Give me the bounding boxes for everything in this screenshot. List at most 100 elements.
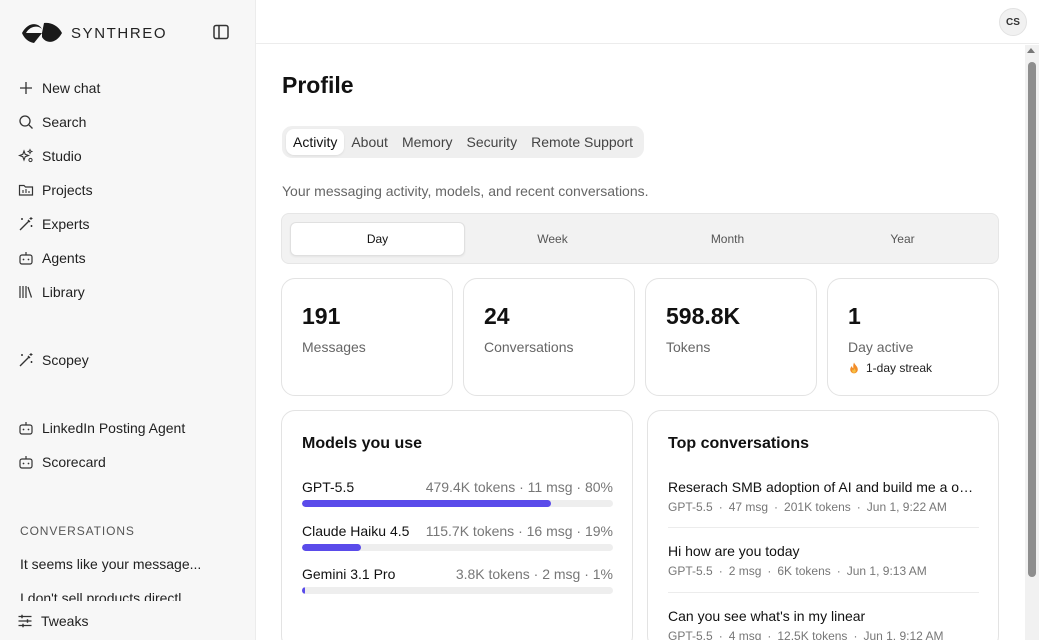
top-conversation-item[interactable]: Can you see what's in my linear GPT-5.5 ·… — [668, 608, 979, 640]
sidebar-item-scorecard[interactable]: Scorecard — [0, 445, 255, 479]
sidebar-nav: New chat Search Studio Projects Experts … — [0, 71, 255, 479]
period-selector: Day Week Month Year — [281, 213, 999, 264]
tweaks-label: Tweaks — [41, 612, 89, 629]
model-usage: 479.4K tokens · 11 msg · 80% — [425, 479, 613, 495]
streak-badge: 1-day streak — [848, 361, 932, 375]
sliders-icon — [18, 614, 32, 627]
sidebar-item-label: New chat — [42, 80, 101, 96]
sidebar-item-projects[interactable]: Projects — [0, 173, 255, 207]
page-title: Profile — [282, 72, 354, 98]
sidebar-item-studio[interactable]: Studio — [0, 139, 255, 173]
sparkles-icon — [18, 148, 34, 164]
top-bar — [256, 0, 1039, 44]
sidebar-item-scopey[interactable]: Scopey — [0, 343, 255, 377]
conversation-tokens: 201K tokens — [784, 500, 851, 514]
conversations-section-label: CONVERSATIONS — [20, 524, 135, 538]
top-conversations-card: Top conversations Reserach SMB adoption … — [647, 410, 999, 640]
conversation-meta: GPT-5.5 · 2 msg · 6K tokens · Jun 1, 9:13 AM — [668, 564, 927, 578]
sidebar-item-search[interactable]: Search — [0, 105, 255, 139]
stat-value: 598.8K — [666, 303, 741, 329]
top-conversation-item[interactable]: Reserach SMB adoption of AI and build me… — [668, 479, 979, 514]
conversation-title: Reserach SMB adoption of AI and build me… — [668, 479, 979, 495]
usage-bar-fill — [302, 500, 551, 507]
model-usage: 3.8K tokens · 2 msg · 1% — [455, 566, 613, 582]
sidebar-item-label: Search — [42, 114, 87, 130]
stat-value: 191 — [302, 303, 341, 329]
stat-value: 24 — [484, 303, 510, 329]
conversation-messages: 47 msg — [728, 500, 769, 514]
sidebar-item-library[interactable]: Library — [0, 275, 255, 309]
stat-value: 1 — [848, 303, 861, 329]
plus-icon — [18, 80, 34, 96]
stat-card-conversations: 24 Conversations — [463, 278, 635, 396]
avatar[interactable]: CS — [999, 8, 1027, 36]
synthreo-logo-icon — [22, 22, 62, 43]
tab-security[interactable]: Security — [460, 129, 525, 155]
conversation-messages: 4 msg — [728, 629, 762, 640]
conversation-meta: GPT-5.5 · 4 msg · 12.5K tokens · Jun 1, 9:12 A… — [668, 629, 979, 640]
conversation-messages: 2 msg — [728, 564, 762, 578]
models-card: Models you use GPT-5.5 479.4K tokens · 1… — [281, 410, 633, 640]
model-name: GPT-5.5 — [302, 479, 355, 495]
model-usage: 115.7K tokens · 16 msg · 19% — [425, 523, 613, 539]
sidebar-item-label: Agents — [42, 250, 86, 266]
brand-logo[interactable]: SYNTHREO — [20, 20, 167, 46]
profile-tabs: Activity About Memory Security Remote Su… — [282, 126, 645, 158]
sidebar-item-label: LinkedIn Posting Agent — [42, 420, 186, 436]
usage-bar — [302, 544, 613, 551]
tweaks-button[interactable]: Tweaks — [0, 601, 255, 640]
conversation-item[interactable]: It seems like your message... — [20, 556, 240, 572]
sidebar-item-label: Scorecard — [42, 454, 106, 470]
model-name: Gemini 3.1 Pro — [302, 566, 396, 582]
page-subtitle: Your messaging activity, models, and rec… — [282, 183, 649, 199]
conversation-title: Can you see what's in my linear — [668, 608, 866, 624]
stat-label: Tokens — [666, 339, 711, 355]
stat-card-tokens: 598.8K Tokens — [645, 278, 817, 396]
conversation-model: GPT-5.5 — [668, 500, 713, 514]
conversation-model: GPT-5.5 — [668, 629, 713, 640]
scroll-up-arrow-icon[interactable] — [1027, 48, 1035, 53]
tab-about[interactable]: About — [344, 129, 395, 155]
conversation-model: GPT-5.5 — [668, 564, 713, 578]
tab-remote-support[interactable]: Remote Support — [524, 129, 640, 155]
divider — [668, 592, 979, 593]
sidebar-item-linkedin-posting-agent[interactable]: LinkedIn Posting Agent — [0, 411, 255, 445]
conversation-time: Jun 1, 9:12 AM — [863, 629, 944, 640]
sidebar-toggle-icon — [213, 24, 229, 40]
sidebar-item-agents[interactable]: Agents — [0, 241, 255, 275]
tab-memory[interactable]: Memory — [395, 129, 460, 155]
conversation-tokens: 12.5K tokens — [777, 629, 848, 640]
sidebar-item-experts[interactable]: Experts — [0, 207, 255, 241]
period-option-month[interactable]: Month — [640, 222, 815, 256]
robot-icon — [18, 250, 34, 266]
stat-card-day-active: 1 Day active 1-day streak — [827, 278, 999, 396]
robot-icon — [18, 420, 34, 436]
scrollbar-thumb[interactable] — [1028, 62, 1036, 577]
sidebar-item-label: Experts — [42, 216, 90, 232]
library-icon — [18, 284, 34, 300]
model-name: Claude Haiku 4.5 — [302, 523, 410, 539]
stat-label: Day active — [848, 339, 914, 355]
tab-activity[interactable]: Activity — [286, 129, 345, 155]
period-option-year[interactable]: Year — [815, 222, 990, 256]
conversation-time: Jun 1, 9:13 AM — [846, 564, 927, 578]
top-conversation-item[interactable]: Hi how are you today GPT-5.5 · 2 msg · 6K to… — [668, 543, 979, 578]
usage-bar-fill — [302, 587, 306, 594]
fire-icon — [850, 362, 858, 374]
sidebar-item-label: Projects — [42, 182, 93, 198]
conversation-title: Hi how are you today — [668, 543, 800, 559]
period-option-week[interactable]: Week — [465, 222, 640, 256]
sidebar-item-label: Studio — [42, 148, 82, 164]
conversation-time: Jun 1, 9:22 AM — [866, 500, 947, 514]
sidebar-item-label: Library — [42, 284, 85, 300]
robot-icon — [18, 454, 34, 470]
folder-icon — [18, 182, 34, 198]
sidebar-item-new-chat[interactable]: New chat — [0, 71, 255, 105]
magic-wand-icon — [18, 216, 34, 232]
collapse-sidebar-button[interactable] — [212, 23, 230, 41]
sidebar-item-label: Scopey — [42, 352, 89, 368]
magic-wand-icon — [18, 352, 34, 368]
period-option-day[interactable]: Day — [290, 222, 465, 256]
card-title: Models you use — [302, 435, 423, 452]
usage-bar-fill — [302, 544, 362, 551]
